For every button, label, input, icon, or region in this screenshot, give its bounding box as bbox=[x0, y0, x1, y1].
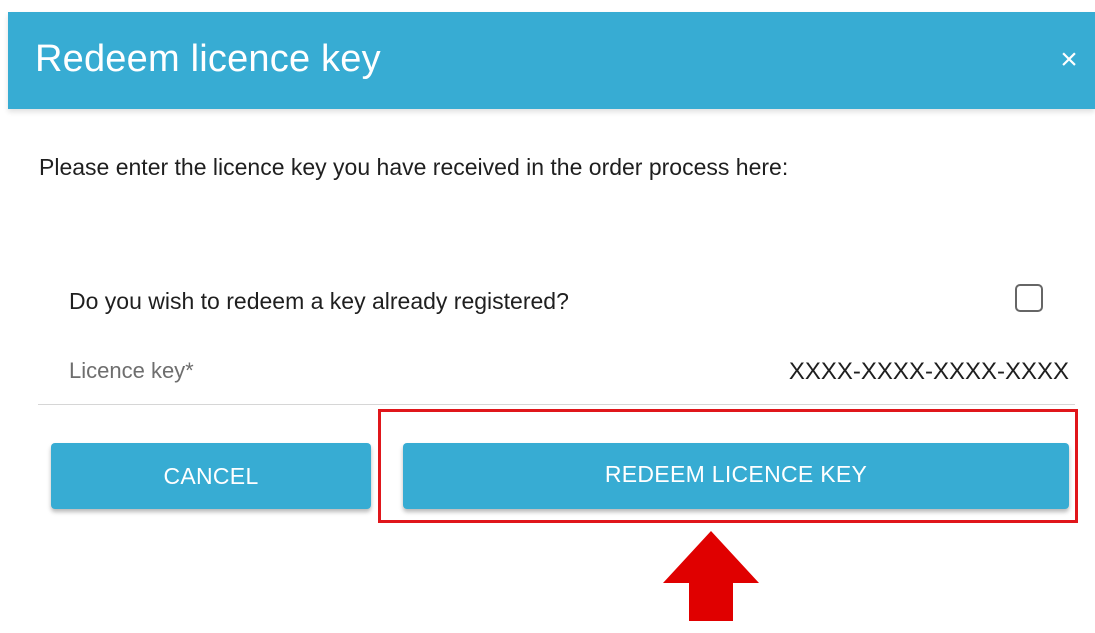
intro-text: Please enter the licence key you have re… bbox=[39, 154, 789, 180]
highlight-box bbox=[378, 409, 1078, 523]
up-arrow-icon bbox=[663, 531, 759, 621]
licence-key-label: Licence key* bbox=[69, 358, 194, 383]
registered-key-row: Do you wish to redeem a key already regi… bbox=[69, 280, 1049, 320]
redeem-licence-dialog: Redeem licence key × Please enter the li… bbox=[8, 12, 1095, 633]
dialog-title: Redeem licence key bbox=[35, 38, 381, 80]
registered-key-checkbox[interactable] bbox=[1015, 284, 1043, 312]
cancel-button[interactable]: CANCEL bbox=[51, 443, 371, 509]
licence-key-input[interactable] bbox=[569, 352, 1069, 392]
licence-key-row: Licence key* bbox=[69, 352, 1069, 392]
dialog-header: Redeem licence key × bbox=[8, 12, 1095, 109]
form-divider bbox=[38, 404, 1075, 405]
close-icon[interactable]: × bbox=[1055, 40, 1083, 80]
registered-key-question: Do you wish to redeem a key already regi… bbox=[69, 288, 569, 314]
screenshot-canvas: Redeem licence key × Please enter the li… bbox=[0, 0, 1095, 633]
